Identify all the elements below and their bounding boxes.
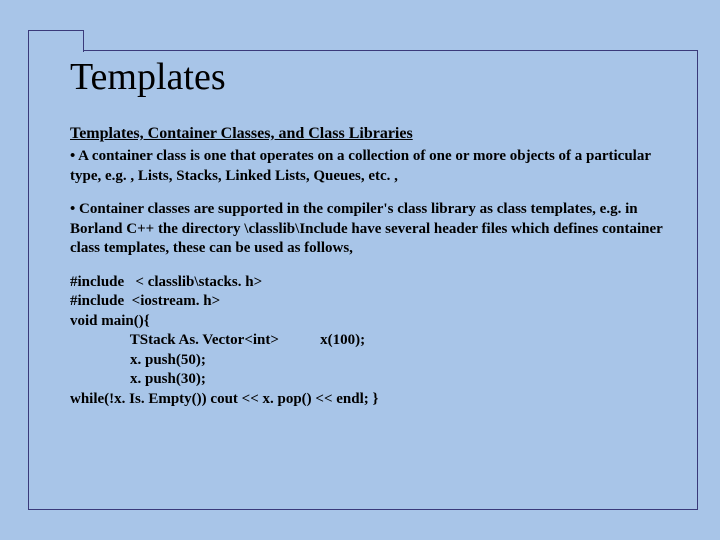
bullet-1: • A container class is one that operates… <box>70 147 685 186</box>
slide-title: Templates <box>70 55 226 99</box>
code-example: #include < classlib\stacks. h> #include … <box>70 273 685 410</box>
tab-mask <box>29 50 83 52</box>
subtitle: Templates, Container Classes, and Class … <box>70 125 685 143</box>
slide-tab <box>28 30 84 52</box>
slide-content: Templates, Container Classes, and Class … <box>70 125 685 409</box>
bullet-2: • Container classes are supported in the… <box>70 200 685 259</box>
